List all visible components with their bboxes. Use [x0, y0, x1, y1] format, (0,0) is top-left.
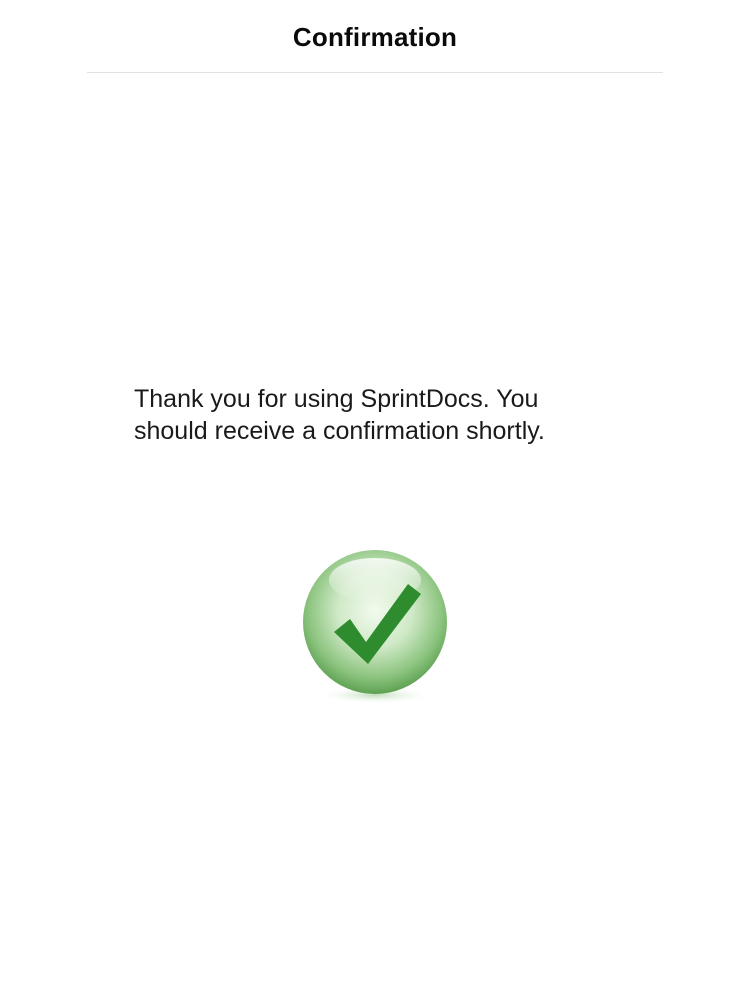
confirmation-screen: Confirmation Thank you for using SprintD… [0, 0, 750, 1000]
checkmark-circle-icon [290, 540, 460, 710]
page-title: Confirmation [292, 22, 458, 52]
header-divider [87, 72, 663, 73]
navigation-bar: Confirmation [0, 0, 750, 74]
confirmation-message: Thank you for using SprintDocs. You shou… [134, 385, 545, 445]
